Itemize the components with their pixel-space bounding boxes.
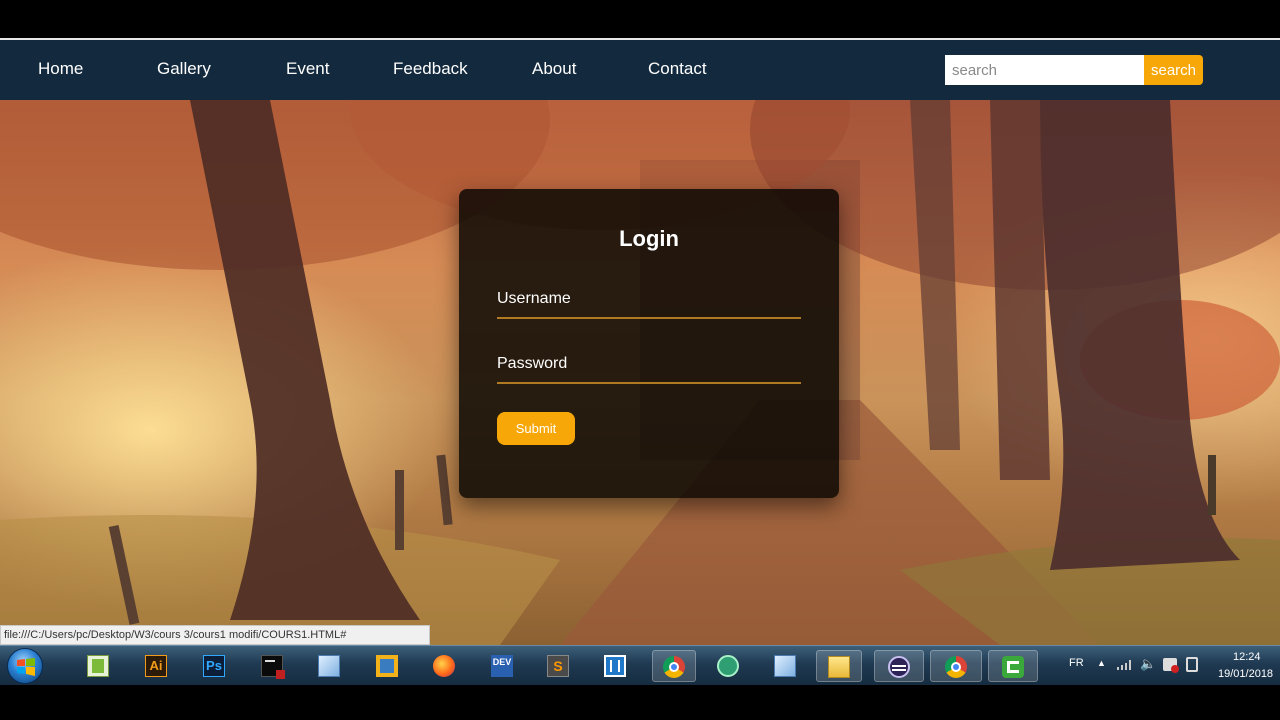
terminal-icon xyxy=(261,655,285,679)
start-button[interactable] xyxy=(7,648,43,684)
network-signal-icon[interactable] xyxy=(1117,660,1131,670)
submit-button[interactable]: Submit xyxy=(497,412,575,445)
taskbar-sublime[interactable]: S xyxy=(541,650,575,682)
clock-time[interactable]: 12:24 xyxy=(1233,651,1261,663)
taskbar-terminal[interactable] xyxy=(255,650,289,682)
bottom-letterbox xyxy=(0,685,1280,720)
devcpp-icon: DEV xyxy=(491,655,513,677)
volume-icon[interactable]: 🔈 xyxy=(1140,656,1156,672)
taskbar-eclipse[interactable] xyxy=(874,650,924,682)
login-form: Login Username Password Submit xyxy=(459,189,839,498)
usb-device-icon[interactable] xyxy=(1186,657,1198,672)
taskbar-virtualbox-2[interactable] xyxy=(768,650,802,682)
windows-logo-icon xyxy=(17,658,35,676)
taskbar-devcpp[interactable]: DEV xyxy=(485,650,519,682)
windows-taskbar: Ai Ps DEV S FR ▲ 🔈 12:24 19/01/2018 xyxy=(0,645,1280,685)
atom-icon xyxy=(717,655,739,677)
search-input[interactable] xyxy=(945,55,1145,85)
nav-home[interactable]: Home xyxy=(38,59,83,79)
language-indicator[interactable]: FR xyxy=(1069,657,1084,669)
photoshop-icon: Ps xyxy=(203,655,225,677)
taskbar-firefox[interactable] xyxy=(427,650,461,682)
brackets-icon xyxy=(604,655,626,677)
nav-event[interactable]: Event xyxy=(286,59,329,79)
taskbar-atom[interactable] xyxy=(711,650,745,682)
notepad-plus-icon xyxy=(87,655,109,677)
taskbar-chrome-2[interactable] xyxy=(930,650,982,682)
password-field[interactable]: Password xyxy=(497,355,567,373)
username-underline xyxy=(497,317,801,319)
screen: Home Gallery Event Feedback About Contac… xyxy=(0,0,1280,720)
login-title: Login xyxy=(619,226,679,251)
sublime-icon: S xyxy=(547,655,569,677)
taskbar-file-explorer[interactable] xyxy=(816,650,862,682)
taskbar-camtasia[interactable] xyxy=(988,650,1038,682)
taskbar-photoshop[interactable]: Ps xyxy=(197,650,231,682)
taskbar-brackets[interactable] xyxy=(598,650,632,682)
username-field[interactable]: Username xyxy=(497,290,571,308)
taskbar-illustrator[interactable]: Ai xyxy=(139,650,173,682)
firefox-icon xyxy=(433,655,455,677)
taskbar-notepad-plus[interactable] xyxy=(81,650,115,682)
password-underline xyxy=(497,382,801,384)
taskbar-chrome[interactable] xyxy=(652,650,696,682)
illustrator-icon: Ai xyxy=(145,655,167,677)
virtualbox-icon xyxy=(774,655,796,677)
search-button[interactable]: search xyxy=(1144,55,1203,85)
file-explorer-icon xyxy=(828,656,850,678)
nav-gallery[interactable]: Gallery xyxy=(157,59,211,79)
show-hidden-icons[interactable]: ▲ xyxy=(1097,658,1106,668)
chrome-icon xyxy=(663,656,685,678)
taskbar-virtualbox[interactable] xyxy=(312,650,346,682)
virtualbox-icon xyxy=(318,655,340,677)
nav-feedback[interactable]: Feedback xyxy=(393,59,468,79)
eclipse-icon xyxy=(888,656,910,678)
vmware-icon xyxy=(376,655,398,677)
clock-date[interactable]: 19/01/2018 xyxy=(1218,668,1273,680)
nav-about[interactable]: About xyxy=(532,59,576,79)
chrome-icon xyxy=(945,656,967,678)
camtasia-icon xyxy=(1002,656,1024,678)
nav-contact[interactable]: Contact xyxy=(648,59,707,79)
status-url-bar: file:///C:/Users/pc/Desktop/W3/cours 3/c… xyxy=(0,625,430,645)
taskbar-vmware[interactable] xyxy=(370,650,404,682)
action-center-flag-icon[interactable] xyxy=(1163,658,1179,673)
